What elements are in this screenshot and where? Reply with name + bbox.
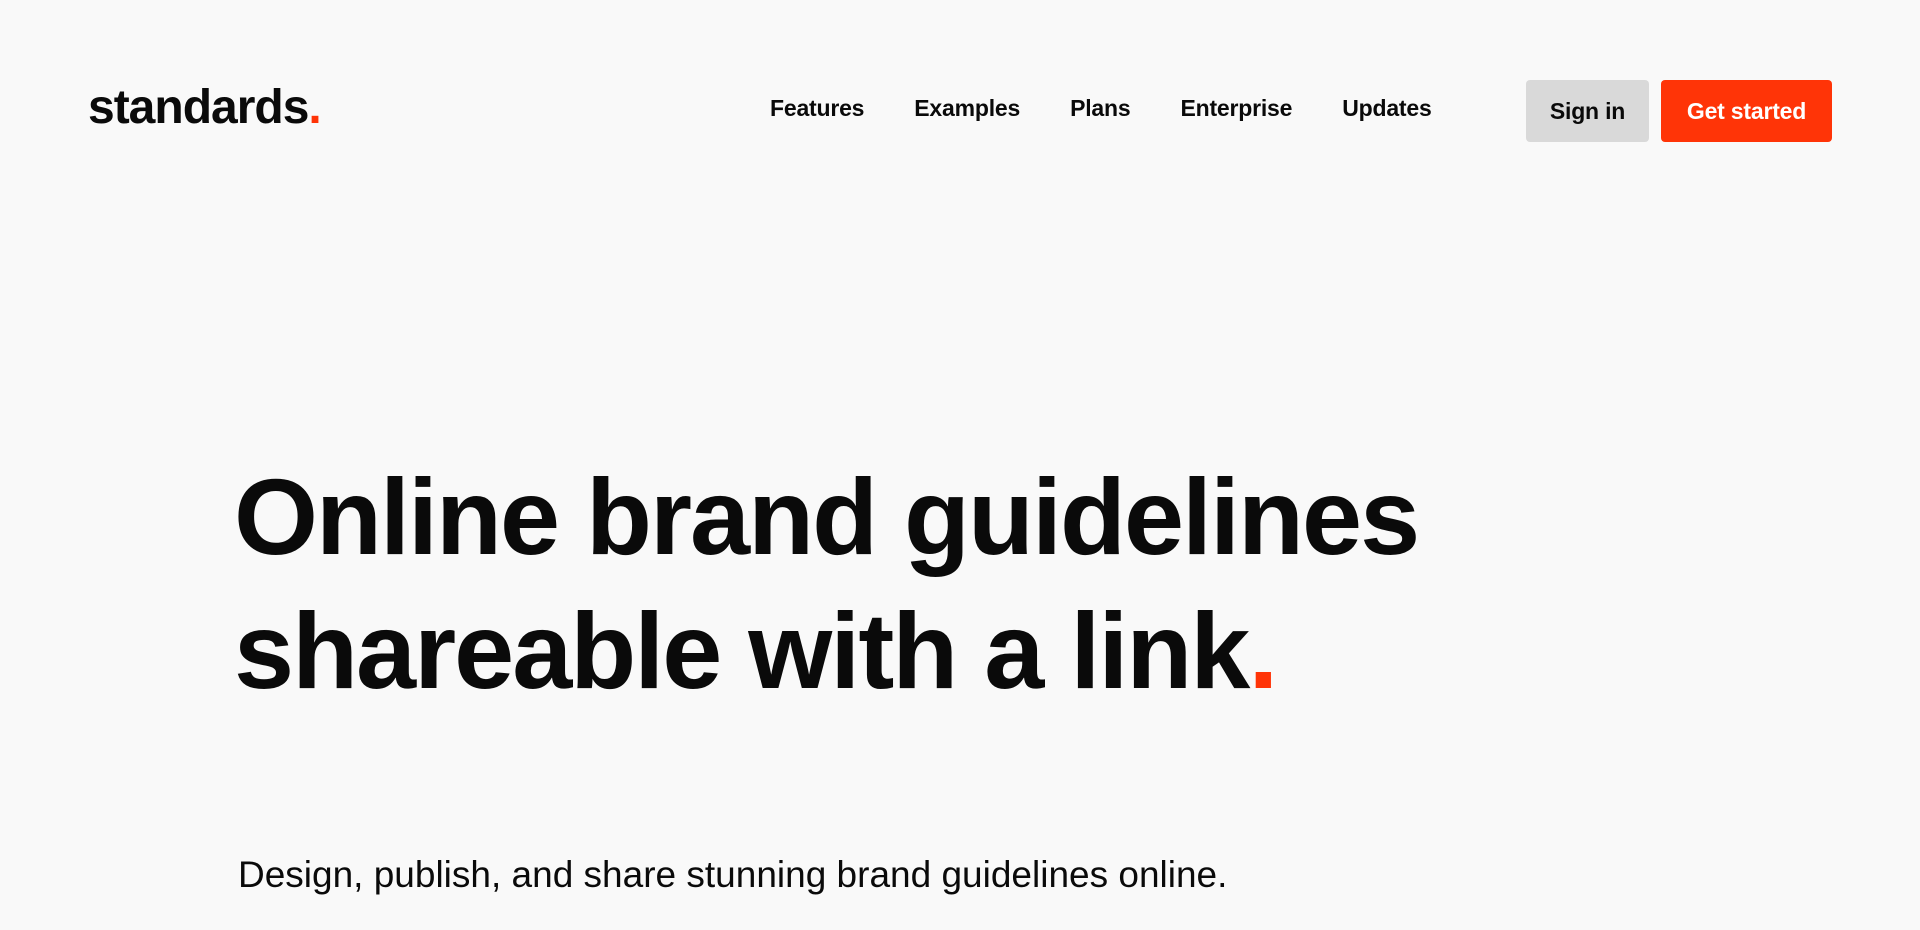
main-nav: Features Examples Plans Enterprise Updat…	[770, 90, 1432, 126]
nav-item-enterprise[interactable]: Enterprise	[1180, 90, 1292, 126]
get-started-button[interactable]: Get started	[1661, 80, 1832, 142]
page: standards. Features Examples Plans Enter…	[0, 0, 1920, 930]
sign-in-button[interactable]: Sign in	[1526, 80, 1649, 142]
hero-title: Online brand guidelines shareable with a…	[234, 450, 1420, 718]
nav-item-plans[interactable]: Plans	[1070, 90, 1131, 126]
nav-item-examples[interactable]: Examples	[914, 90, 1020, 126]
logo-text: standards	[88, 81, 309, 134]
site-header: standards. Features Examples Plans Enter…	[0, 0, 1920, 220]
hero-title-accent-dot: .	[1248, 590, 1278, 711]
logo-accent-dot: .	[308, 81, 321, 134]
hero-title-line-2: shareable with a link	[234, 590, 1250, 711]
logo[interactable]: standards.	[88, 78, 322, 138]
nav-item-features[interactable]: Features	[770, 90, 864, 126]
hero-title-line-1: Online brand guidelines	[234, 456, 1420, 577]
hero-subtitle: Design, publish, and share stunning bran…	[238, 854, 1228, 895]
nav-item-updates[interactable]: Updates	[1342, 90, 1432, 126]
